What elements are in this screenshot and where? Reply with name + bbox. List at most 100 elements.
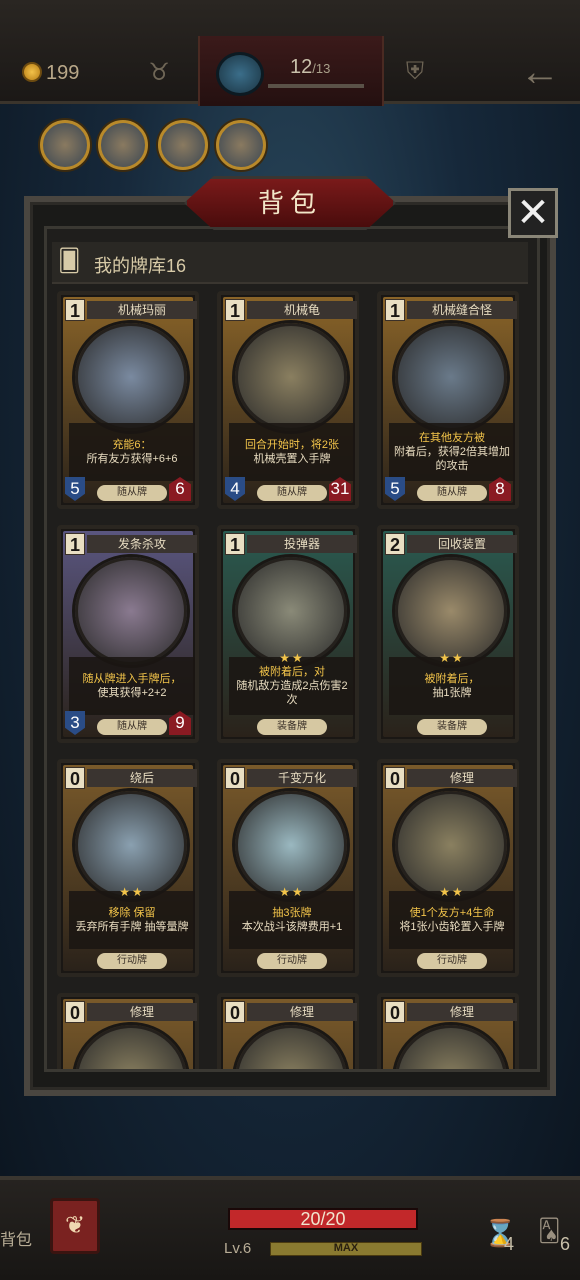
- bag-book-icon[interactable]: ❦: [50, 1198, 100, 1254]
- card-description: 被附着后，对随机敌方造成2点伤害2次: [229, 657, 355, 715]
- bag-label: 背包: [0, 1232, 33, 1249]
- card-stars: ★★: [279, 885, 305, 899]
- card-name: 投弹器: [247, 535, 357, 553]
- card[interactable]: 1 机械龟 回合开始时，将2张 机械壳置入手牌 随从牌 4 31: [217, 291, 359, 509]
- card[interactable]: 0 修理使1个友方+4生命 将1张小齿轮置入手牌行动牌 ★★: [377, 759, 519, 977]
- level-text: Lv.6: [224, 1240, 252, 1257]
- card-grid-area[interactable]: 1 机械玛丽 充能6： 所有友方获得+6+6 随从牌 5 6 1 机械龟 回合开始时，将2张 机械壳…: [44, 226, 540, 1072]
- card[interactable]: 0 绕后移除 保留丢弃所有手牌 抽等量牌行动牌 ★★: [57, 759, 199, 977]
- card-type: 装备牌: [257, 719, 327, 735]
- deck-label: 我的牌库16: [94, 256, 187, 276]
- back-arrow-icon[interactable]: ←: [520, 52, 560, 92]
- card-cost: 0: [385, 767, 405, 789]
- card-cost: 0: [385, 1001, 405, 1023]
- card-name: 修理: [247, 1003, 357, 1021]
- card-art: [75, 791, 187, 899]
- card[interactable]: 1 机械玛丽 充能6： 所有友方获得+6+6 随从牌 5 6: [57, 291, 199, 509]
- card-desc-keyword: 被附着后，: [424, 673, 480, 685]
- card-desc-text: 将1张小齿轮置入手牌: [399, 921, 505, 933]
- card-description: 随从牌进入手牌后， 使其获得+2+2: [69, 657, 195, 715]
- card-art: [75, 557, 187, 665]
- card-type: 随从牌: [97, 719, 167, 735]
- card[interactable]: 1 发条杀攻 随从牌进入手牌后， 使其获得+2+2 随从牌 3 9: [57, 525, 199, 743]
- card-cost: 1: [385, 299, 405, 321]
- card-description: 在其他友方被 附着后，获得2倍其增加的攻击: [389, 423, 515, 481]
- card-desc-keyword: 在其他友方被: [419, 432, 485, 444]
- hp-text: 20/20: [300, 1209, 346, 1229]
- top-bar: [0, 0, 580, 106]
- card-cost: 1: [225, 299, 245, 321]
- card-type: 行动牌: [97, 953, 167, 969]
- card[interactable]: 0 修理: [377, 993, 519, 1069]
- card-name: 修理: [407, 769, 517, 787]
- card-type: 行动牌: [257, 953, 327, 969]
- card-name: 修理: [87, 1003, 197, 1021]
- card-art: [235, 557, 347, 665]
- card-desc-text: 本次战斗该牌费用+1: [241, 921, 343, 933]
- card-cost: 2: [385, 533, 405, 555]
- card-stars: ★★: [119, 885, 145, 899]
- panel-title: 背包: [257, 188, 322, 218]
- card-type: 装备牌: [417, 719, 487, 735]
- card-desc-keyword: 随从牌进入手牌后，: [82, 673, 182, 685]
- card-art: [235, 791, 347, 899]
- card-desc-keyword: 抽3张牌: [272, 907, 312, 919]
- card-art: [235, 323, 347, 431]
- deck-count: 6: [560, 1234, 571, 1254]
- card-cost: 0: [225, 1001, 245, 1023]
- card-type: 随从牌: [417, 485, 487, 501]
- card-art: [395, 791, 507, 899]
- horns-icon[interactable]: ♉: [142, 60, 176, 86]
- card-desc-keyword: 充能6：: [112, 439, 152, 451]
- card-cost: 0: [225, 767, 245, 789]
- card-desc-text: 丢弃所有手牌 抽等量牌: [75, 921, 189, 933]
- card-cost: 1: [225, 533, 245, 555]
- card-desc-keyword: 回合开始时，将2张: [244, 439, 340, 451]
- card-name: 千变万化: [247, 769, 357, 787]
- stage-progress: 12/13: [290, 56, 330, 79]
- card-desc-keyword: 移除 保留: [108, 907, 156, 919]
- card-art: [395, 323, 507, 431]
- card[interactable]: 0 千变万化抽3张牌本次战斗该牌费用+1 行动牌 ★★: [217, 759, 359, 977]
- card[interactable]: 1 投弹器被附着后，对随机敌方造成2点伤害2次装备牌 ★★: [217, 525, 359, 743]
- relic-3-icon[interactable]: [158, 120, 208, 170]
- stage-track: [268, 84, 364, 88]
- card-type: 行动牌: [417, 953, 487, 969]
- card-description: 被附着后， 抽1张牌: [389, 657, 515, 715]
- card-description: 移除 保留丢弃所有手牌 抽等量牌: [69, 891, 195, 949]
- close-button[interactable]: ✕: [508, 188, 558, 238]
- relic-4-icon[interactable]: [216, 120, 266, 170]
- card-name: 回收装置: [407, 535, 517, 553]
- card[interactable]: 1 机械缝合怪 在其他友方被 附着后，获得2倍其增加的攻击 随从牌 5 8: [377, 291, 519, 509]
- stage-current: 12: [290, 56, 313, 78]
- card-cost: 0: [65, 1001, 85, 1023]
- card[interactable]: 0 修理: [217, 993, 359, 1069]
- stage-total: /13: [312, 61, 331, 76]
- hourglass-count: 4: [504, 1234, 515, 1254]
- card-cost: 0: [65, 767, 85, 789]
- card-desc-keyword: 使1个友方+4生命: [409, 907, 495, 919]
- map-eye-icon[interactable]: [216, 52, 264, 96]
- relic-2-icon[interactable]: [98, 120, 148, 170]
- xp-max-label: MAX: [333, 1242, 359, 1254]
- gold-amount: 199: [46, 62, 80, 84]
- gold-coin-icon: [22, 62, 42, 82]
- card-cost: 1: [65, 533, 85, 555]
- card-art: [75, 323, 187, 431]
- card-description: 抽3张牌本次战斗该牌费用+1: [229, 891, 355, 949]
- card-name: 发条杀攻: [87, 535, 197, 553]
- card[interactable]: 2 回收装置 被附着后， 抽1张牌 装备牌 ★★: [377, 525, 519, 743]
- card-name: 绕后: [87, 769, 197, 787]
- card-description: 充能6： 所有友方获得+6+6: [69, 423, 195, 481]
- card-desc-text: 所有友方获得+6+6: [86, 453, 178, 465]
- card-desc-keyword: 被附着后，对: [259, 666, 325, 678]
- deck-cards-icon: 🂠: [58, 248, 81, 273]
- card-stars: ★★: [279, 651, 305, 665]
- card-desc-text: 随机敌方造成2点伤害2次: [236, 680, 348, 706]
- relic-1-icon[interactable]: [40, 120, 90, 170]
- card-name: 机械缝合怪: [407, 301, 517, 319]
- card-type: 随从牌: [97, 485, 167, 501]
- card-stars: ★★: [439, 885, 465, 899]
- card[interactable]: 0 修理: [57, 993, 199, 1069]
- shield-icon[interactable]: ⛨: [400, 58, 430, 88]
